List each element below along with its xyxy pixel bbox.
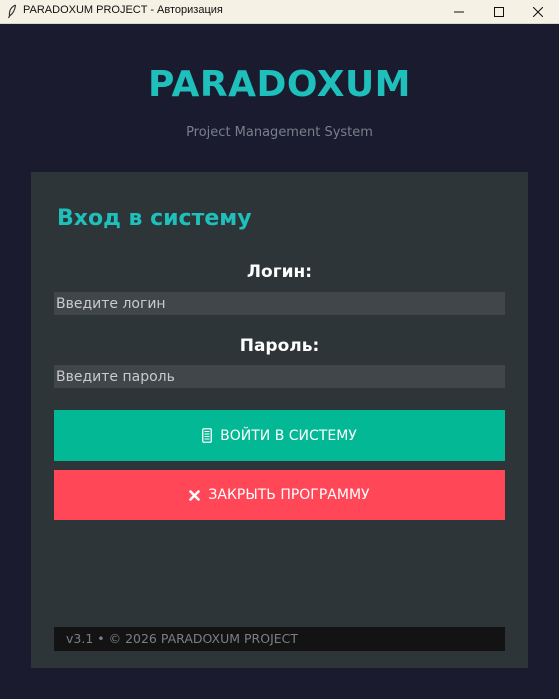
phone-icon [202,428,213,443]
login-input[interactable] [54,292,505,315]
brand-title: PARADOXUM [147,64,412,105]
close-program-button[interactable]: ЗАКРЫТЬ ПРОГРАММУ [54,470,505,520]
password-input[interactable] [54,365,505,388]
login-button-label: ВОЙТИ В СИСТЕМУ [220,427,357,444]
close-program-button-label: ЗАКРЫТЬ ПРОГРАММУ [208,487,370,503]
version-footer: v3.1 • © 2026 PARADOXUM PROJECT [54,627,505,651]
minimize-button[interactable] [438,0,480,24]
login-card-title: Вход в систему [57,206,252,231]
window-titlebar[interactable]: PARADOXUM PROJECT - Авторизация [0,0,559,24]
maximize-icon [494,7,504,17]
login-card: Вход в систему Логин: Пароль: ВОЙТИ В СИ… [31,172,528,668]
brand-subtitle: Project Management System [186,125,373,140]
close-window-button[interactable] [517,0,559,24]
minimize-icon [454,11,464,13]
login-label: Логин: [246,262,313,282]
window-title: PARADOXUM PROJECT - Авторизация [23,4,223,16]
maximize-button[interactable] [478,0,520,24]
login-button[interactable]: ВОЙТИ В СИСТЕМУ [54,410,505,461]
feather-icon [7,4,17,19]
cross-icon [189,489,201,501]
close-icon [533,7,543,17]
password-label: Пароль: [239,336,320,356]
